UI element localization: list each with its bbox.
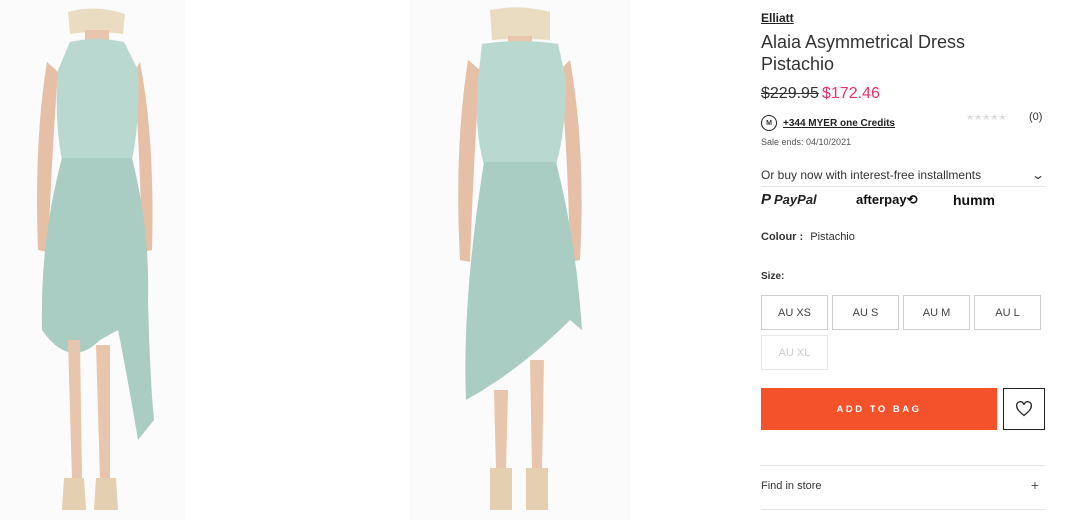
colour-value: Pistachio [810,231,855,243]
size-option[interactable]: AU S [832,295,899,330]
installments-label: Or buy now with interest-free installmen… [761,168,982,182]
paypal-icon: P [761,191,772,208]
humm-logo: humm [953,191,995,208]
size-options: AU XS AU S AU M AU L AU XL [761,295,1045,370]
size-option[interactable]: AU L [974,295,1041,330]
divider [761,465,1045,466]
chevron-down-icon: ⌄ [1030,168,1046,182]
plus-icon: + [1030,477,1039,493]
paypal-label: PayPal [774,192,817,207]
heart-icon [1016,401,1032,417]
wishlist-button[interactable] [1003,388,1045,430]
credits-link[interactable]: +344 MYER one Credits [783,118,895,129]
payment-providers: P PayPal afterpay⟲ humm [761,191,1045,208]
afterpay-logo: afterpay⟲ [856,191,918,207]
find-in-store-toggle[interactable]: Find in store + [761,477,1045,493]
colour-row: Colour : Pistachio [761,231,855,243]
dress-back-photo[interactable] [410,0,630,520]
rating[interactable]: ★★★★★ (0) [966,111,1042,123]
add-to-bag-button[interactable]: ADD TO BAG [761,388,997,430]
sale-ends-text: Sale ends: 04/10/2021 [761,137,852,147]
star-rating-icon: ★★★★★ [966,112,1007,122]
dress-front-photo[interactable] [0,0,185,520]
find-in-store-label: Find in store [761,480,822,492]
product-gallery [0,0,745,520]
product-title: Alaia Asymmetrical Dress Pistachio [761,32,966,74]
size-option-unavailable: AU XL [761,335,828,370]
original-price: $229.95 [761,85,819,102]
size-label: Size: [761,271,785,282]
paypal-logo: P PayPal [761,191,856,208]
size-option[interactable]: AU XS [761,295,828,330]
size-option[interactable]: AU M [903,295,970,330]
brand-link[interactable]: Elliatt [761,11,794,25]
sale-price: $172.46 [822,85,880,102]
review-count[interactable]: (0) [1029,111,1042,123]
credits-row: M +344 MYER one Credits [761,115,895,131]
myer-one-icon: M [761,115,777,131]
divider [761,509,1045,510]
installments-toggle[interactable]: Or buy now with interest-free installmen… [761,164,1045,187]
colour-label: Colour : [761,231,804,243]
